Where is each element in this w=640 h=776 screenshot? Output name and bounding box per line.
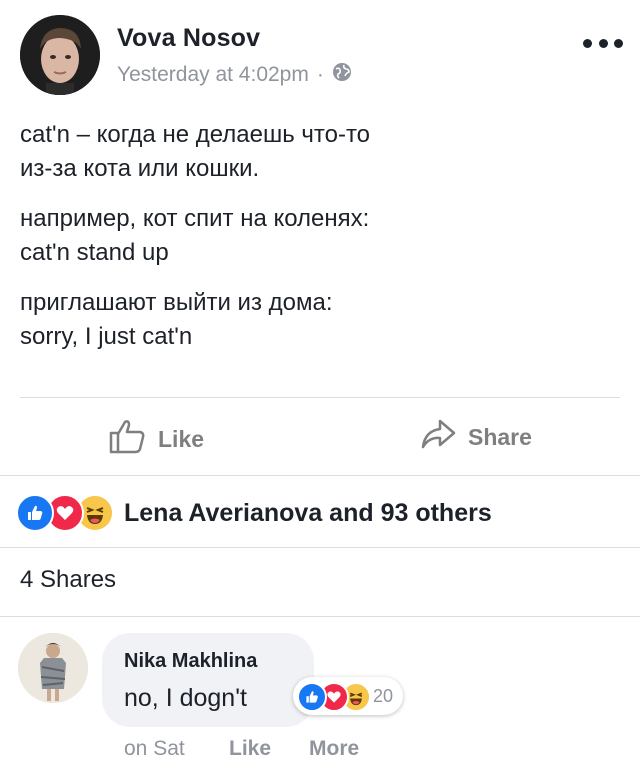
- comment-reactions[interactable]: 20: [293, 677, 404, 715]
- author-name[interactable]: Vova Nosov: [117, 24, 260, 53]
- post-paragraph-2: например, кот спит на коленях: cat'n sta…: [20, 202, 369, 270]
- like-reaction-icon: [297, 682, 327, 712]
- post-line: например, кот спит на коленях:: [20, 205, 370, 232]
- post-options-button[interactable]: [583, 36, 623, 50]
- post-line: приглашают выйти из дома:: [20, 289, 333, 316]
- divider: [0, 475, 640, 476]
- dot-icon: [583, 38, 592, 48]
- commenter-name[interactable]: Nika Makhlina: [124, 650, 257, 673]
- shares-count[interactable]: 4 Shares: [20, 566, 116, 594]
- reactions-summary-text[interactable]: Lena Averianova and 93 others: [124, 499, 492, 528]
- post-meta: Yesterday at 4:02pm ·: [117, 62, 352, 88]
- reaction-icons: [16, 494, 116, 532]
- share-arrow-icon: [420, 418, 468, 456]
- like-button[interactable]: Like: [108, 418, 204, 460]
- comment-reaction-icons: [297, 680, 377, 712]
- author-avatar[interactable]: [20, 15, 100, 95]
- globe-icon: [332, 62, 352, 88]
- reactions-summary[interactable]: Lena Averianova and 93 others: [16, 494, 492, 532]
- post-paragraph-3: приглашают выйти из дома: sorry, I just …: [20, 286, 332, 354]
- meta-separator: ·: [316, 63, 324, 86]
- share-label: Share: [468, 423, 532, 450]
- comment-more-button[interactable]: More: [309, 737, 359, 761]
- post-paragraph-1: cat'n – когда не делаешь что-то из-за ко…: [20, 118, 370, 186]
- post-line: sorry, I just cat'n: [20, 323, 193, 350]
- like-reaction-icon: [16, 494, 54, 532]
- comment-time[interactable]: on Sat: [124, 737, 185, 761]
- post-line: cat'n – когда не делаешь что-то: [20, 121, 371, 148]
- dot-icon: [598, 38, 608, 48]
- commenter-avatar[interactable]: [18, 633, 88, 703]
- comment-text: no, I dogn't: [124, 684, 247, 712]
- thumbs-up-icon: [108, 418, 158, 460]
- post-line: cat'n stand up: [20, 239, 169, 266]
- share-button[interactable]: Share: [420, 418, 532, 456]
- divider: [0, 547, 640, 548]
- divider: [0, 616, 640, 617]
- dot-icon: [614, 38, 623, 48]
- post-line: из-за кота или кошки.: [20, 155, 260, 182]
- like-label: Like: [158, 425, 205, 452]
- post-timestamp[interactable]: Yesterday at 4:02pm: [117, 63, 309, 87]
- divider: [20, 397, 620, 398]
- comment-like-button[interactable]: Like: [229, 737, 271, 761]
